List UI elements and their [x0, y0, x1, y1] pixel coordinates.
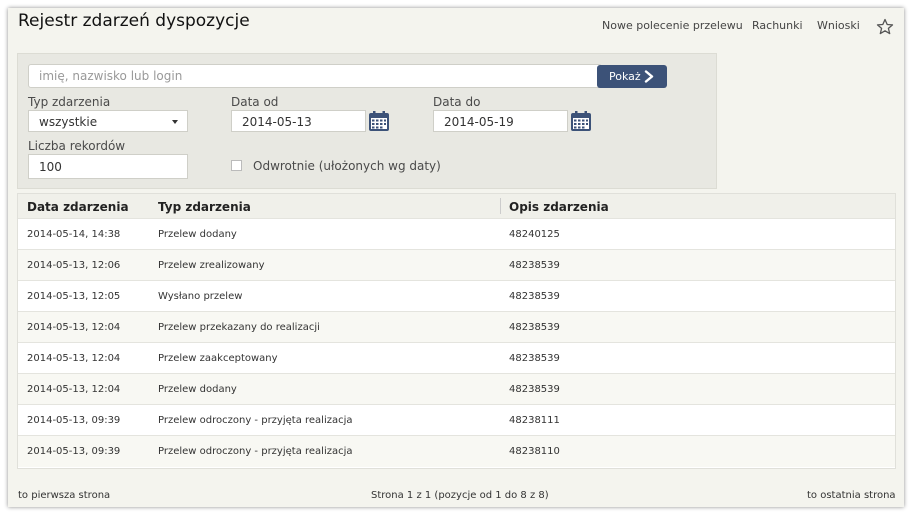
header-event-date[interactable]: Data zdarzenia	[27, 200, 129, 214]
date-from-input[interactable]: 2014-05-13	[231, 110, 366, 132]
table-row[interactable]: 2014-05-13, 12:04 Przelew zaakceptowany …	[18, 342, 895, 374]
cell-description: 48238110	[509, 446, 560, 457]
cell-type: Przelew dodany	[158, 384, 237, 395]
table-row[interactable]: 2014-05-13, 12:04 Przelew dodany 4823853…	[18, 373, 895, 405]
star-icon[interactable]	[876, 18, 894, 36]
header-event-description[interactable]: Opis zdarzenia	[509, 200, 609, 214]
pagination-info: Strona 1 z 1 (pozycje od 1 do 8 z 8)	[371, 490, 549, 501]
cell-type: Przelew zaakceptowany	[158, 353, 278, 364]
calendar-icon[interactable]	[570, 110, 592, 132]
cell-date: 2014-05-13, 12:04	[27, 322, 121, 333]
cell-type: Przelew przekazany do realizacji	[158, 322, 320, 333]
cell-description: 48238539	[509, 291, 560, 302]
cell-type: Przelew zrealizowany	[158, 260, 265, 271]
cell-description: 48238539	[509, 353, 560, 364]
first-page-link[interactable]: to pierwsza strona	[18, 490, 110, 501]
cell-description: 48240125	[509, 229, 560, 240]
table-row[interactable]: 2014-05-14, 14:38 Przelew dodany 4824012…	[18, 218, 895, 250]
cell-date: 2014-05-13, 12:04	[27, 353, 121, 364]
header-event-type[interactable]: Typ zdarzenia	[158, 200, 251, 214]
table-row[interactable]: 2014-05-13, 09:39 Przelew odroczony - pr…	[18, 435, 895, 467]
reverse-label: Odwrotnie (ułożonych wg daty)	[253, 159, 441, 173]
calendar-icon[interactable]	[368, 110, 390, 132]
event-type-select[interactable]: wszystkie	[28, 110, 188, 132]
cell-type: Przelew odroczony - przyjęta realizacja	[158, 446, 353, 457]
chevron-right-icon	[644, 70, 654, 83]
nav-accounts-link[interactable]: Rachunki	[752, 19, 803, 32]
table-row[interactable]: 2014-05-13, 12:05 Wysłano przelew 482385…	[18, 280, 895, 312]
reverse-checkbox[interactable]	[231, 160, 242, 171]
event-type-value: wszystkie	[39, 115, 98, 129]
filter-panel: imię, nazwisko lub login Pokaż Typ zdarz…	[17, 53, 717, 189]
record-count-input[interactable]: 100	[28, 154, 188, 179]
last-page-link[interactable]: to ostatnia strona	[807, 490, 896, 501]
table-row[interactable]: 2014-05-13, 12:04 Przelew przekazany do …	[18, 311, 895, 343]
cell-type: Wysłano przelew	[158, 291, 243, 302]
date-from-label: Data od	[231, 95, 279, 109]
table-header: Data zdarzenia Typ zdarzenia Opis zdarze…	[18, 194, 895, 218]
show-button-label: Pokaż	[609, 70, 641, 83]
show-button[interactable]: Pokaż	[597, 65, 667, 88]
date-to-label: Data do	[433, 95, 481, 109]
cell-type: Przelew dodany	[158, 229, 237, 240]
page-title: Rejestr zdarzeń dyspozycje	[18, 11, 250, 31]
cell-date: 2014-05-13, 12:04	[27, 384, 121, 395]
nav-applications-link[interactable]: Wnioski	[817, 19, 860, 32]
column-divider	[500, 198, 501, 214]
table-row[interactable]: 2014-05-13, 09:39 Przelew odroczony - pr…	[18, 404, 895, 436]
cell-date: 2014-05-13, 12:05	[27, 291, 121, 302]
cell-description: 48238539	[509, 384, 560, 395]
events-table: Data zdarzenia Typ zdarzenia Opis zdarze…	[17, 193, 896, 469]
cell-date: 2014-05-14, 14:38	[27, 229, 121, 240]
record-count-label: Liczba rekordów	[28, 139, 126, 153]
cell-description: 48238539	[509, 322, 560, 333]
cell-description: 48238539	[509, 260, 560, 271]
search-input[interactable]: imię, nazwisko lub login	[28, 64, 602, 88]
event-type-label: Typ zdarzenia	[28, 95, 111, 109]
nav-new-transfer-link[interactable]: Nowe polecenie przelewu	[602, 19, 743, 32]
app-window: Rejestr zdarzeń dyspozycje Nowe poleceni…	[8, 8, 904, 507]
cell-date: 2014-05-13, 09:39	[27, 415, 121, 426]
cell-type: Przelew odroczony - przyjęta realizacja	[158, 415, 353, 426]
dropdown-caret-icon	[172, 120, 178, 124]
date-to-input[interactable]: 2014-05-19	[433, 110, 568, 132]
table-row[interactable]: 2014-05-13, 12:06 Przelew zrealizowany 4…	[18, 249, 895, 281]
cell-date: 2014-05-13, 12:06	[27, 260, 121, 271]
cell-date: 2014-05-13, 09:39	[27, 446, 121, 457]
cell-description: 48238111	[509, 415, 560, 426]
